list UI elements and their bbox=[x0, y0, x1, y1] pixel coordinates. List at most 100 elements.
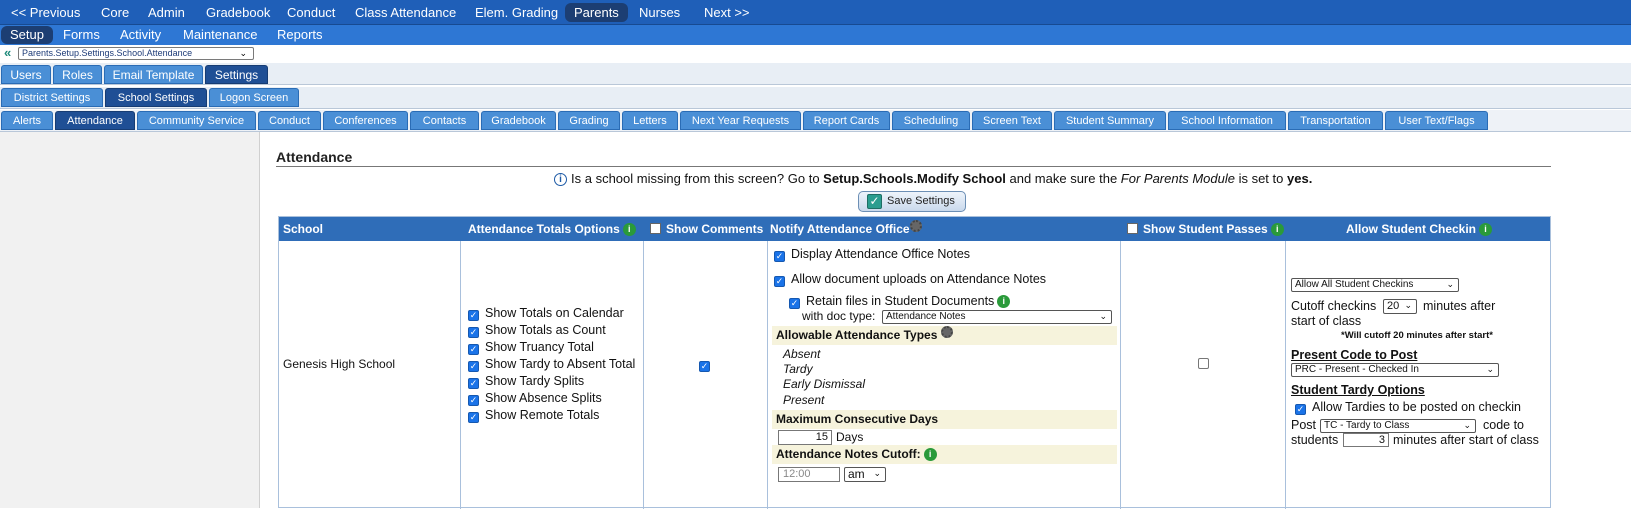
nav-gradebook[interactable]: Gradebook bbox=[197, 3, 279, 22]
collapse-chevron-icon[interactable]: « bbox=[4, 45, 11, 61]
gear-icon[interactable] bbox=[940, 326, 953, 338]
checkbox-checked[interactable]: ✓ bbox=[468, 361, 479, 372]
info-text-italic: For Parents Module bbox=[1120, 171, 1235, 186]
tab-logon-screen[interactable]: Logon Screen bbox=[209, 88, 299, 107]
info-text-1: Is a school missing from this screen? Go… bbox=[571, 171, 824, 186]
show-passes-checkbox[interactable] bbox=[1198, 357, 1209, 371]
gear-icon[interactable] bbox=[909, 220, 922, 232]
nav-elem-grading[interactable]: Elem. Grading bbox=[466, 3, 567, 22]
ampm-select[interactable]: am ⌄ bbox=[844, 467, 886, 482]
help-icon[interactable]: i bbox=[997, 295, 1011, 308]
header-school-label: School bbox=[283, 222, 324, 236]
nav-nurses[interactable]: Nurses bbox=[630, 3, 689, 22]
tab-roles[interactable]: Roles bbox=[53, 65, 102, 84]
tab-district-settings[interactable]: District Settings bbox=[1, 88, 103, 107]
checkbox-checked[interactable]: ✓ bbox=[468, 412, 479, 423]
help-icon[interactable]: i bbox=[1479, 223, 1493, 236]
tab-contacts[interactable]: Contacts bbox=[410, 111, 479, 130]
totals-option[interactable]: ✓ Show Totals as Count bbox=[468, 323, 606, 338]
tab-letters[interactable]: Letters bbox=[622, 111, 678, 130]
tab-school-settings[interactable]: School Settings bbox=[105, 88, 207, 107]
checkbox-checked[interactable]: ✓ bbox=[468, 327, 479, 338]
tab-scheduling[interactable]: Scheduling bbox=[892, 111, 970, 130]
nav-previous[interactable]: << Previous bbox=[2, 3, 89, 22]
checkin-mode-select[interactable]: Allow All Student Checkins ⌄ bbox=[1291, 278, 1459, 292]
totals-option[interactable]: ✓ Show Tardy to Absent Total bbox=[468, 357, 635, 372]
totals-option-label: Show Absence Splits bbox=[485, 391, 602, 405]
nav-next[interactable]: Next >> bbox=[695, 3, 759, 22]
checkbox-checked[interactable]: ✓ bbox=[774, 276, 785, 287]
totals-option[interactable]: ✓ Show Remote Totals bbox=[468, 408, 599, 423]
tardy-minutes-input[interactable]: 3 bbox=[1343, 433, 1389, 447]
subnav-activity[interactable]: Activity bbox=[111, 26, 170, 44]
checkbox-checked[interactable]: ✓ bbox=[789, 298, 800, 309]
nav-admin[interactable]: Admin bbox=[139, 3, 194, 22]
checkbox-checked[interactable]: ✓ bbox=[468, 378, 479, 389]
tab-users[interactable]: Users bbox=[1, 65, 51, 84]
chevron-down-icon: ⌄ bbox=[1446, 279, 1454, 289]
help-icon[interactable]: i bbox=[923, 448, 937, 461]
tabs-tertiary: Alerts Attendance Community Service Cond… bbox=[0, 110, 1631, 132]
tab-screen-text[interactable]: Screen Text bbox=[972, 111, 1052, 130]
checkbox-checked[interactable]: ✓ bbox=[468, 395, 479, 406]
save-settings-label: Save Settings bbox=[887, 195, 955, 207]
cutoff-time-input[interactable]: 12:00 bbox=[778, 467, 840, 482]
help-icon[interactable]: i bbox=[622, 223, 636, 236]
cutoff-minutes-select[interactable]: 20 ⌄ bbox=[1383, 299, 1417, 314]
show-passes-all-checkbox[interactable] bbox=[1127, 223, 1138, 234]
show-comments-all-checkbox[interactable] bbox=[650, 223, 661, 234]
max-days-input[interactable]: 15 bbox=[778, 430, 832, 445]
tab-conferences[interactable]: Conferences bbox=[323, 111, 408, 130]
tab-alerts[interactable]: Alerts bbox=[1, 111, 53, 130]
retain-files-option[interactable]: ✓ Retain files in Student Documents i bbox=[789, 294, 1011, 309]
checkbox-checked[interactable]: ✓ bbox=[774, 251, 785, 262]
subnav-maintenance[interactable]: Maintenance bbox=[174, 26, 266, 44]
allow-uploads-option[interactable]: ✓ Allow document uploads on Attendance No… bbox=[774, 272, 1046, 287]
minutes-after-start-label: minutes after start of class bbox=[1393, 433, 1539, 447]
tab-user-text-flags[interactable]: User Text/Flags bbox=[1385, 111, 1488, 130]
sub-nav: Setup Forms Activity Maintenance Reports bbox=[0, 25, 1631, 45]
tab-student-summary[interactable]: Student Summary bbox=[1054, 111, 1166, 130]
tab-settings[interactable]: Settings bbox=[205, 65, 268, 84]
cutoff-checkins-label: Cutoff checkins bbox=[1291, 299, 1377, 313]
tab-attendance[interactable]: Attendance bbox=[55, 111, 135, 130]
nav-class-attendance[interactable]: Class Attendance bbox=[346, 3, 465, 22]
totals-option-label: Show Totals on Calendar bbox=[485, 306, 624, 320]
tab-report-cards[interactable]: Report Cards bbox=[803, 111, 890, 130]
subnav-forms[interactable]: Forms bbox=[54, 26, 109, 44]
subnav-setup[interactable]: Setup bbox=[1, 26, 53, 44]
totals-option[interactable]: ✓ Show Totals on Calendar bbox=[468, 306, 624, 321]
totals-option[interactable]: ✓ Show Tardy Splits bbox=[468, 374, 584, 389]
tab-grading[interactable]: Grading bbox=[558, 111, 620, 130]
tab-transportation[interactable]: Transportation bbox=[1288, 111, 1383, 130]
present-code-select[interactable]: PRC - Present - Checked In ⌄ bbox=[1291, 363, 1499, 377]
tab-school-information[interactable]: School Information bbox=[1168, 111, 1286, 130]
checkbox-checked[interactable]: ✓ bbox=[468, 310, 479, 321]
breadcrumb-select[interactable]: Parents.Setup.Settings.School.Attendance… bbox=[18, 47, 254, 60]
tab-gradebook[interactable]: Gradebook bbox=[481, 111, 556, 130]
checkbox-checked[interactable]: ✓ bbox=[468, 344, 479, 355]
tab-community-service[interactable]: Community Service bbox=[137, 111, 256, 130]
subnav-reports[interactable]: Reports bbox=[268, 26, 332, 44]
header-passes-label: Show Student Passes bbox=[1143, 222, 1268, 236]
tab-next-year-requests[interactable]: Next Year Requests bbox=[680, 111, 801, 130]
nav-core[interactable]: Core bbox=[92, 3, 138, 22]
show-comments-checkbox[interactable]: ✓ bbox=[699, 357, 716, 372]
chevron-down-icon: ⌄ bbox=[1099, 311, 1107, 321]
doc-type-select[interactable]: Attendance Notes ⌄ bbox=[882, 310, 1112, 324]
save-settings-button[interactable]: ✓ Save Settings bbox=[858, 191, 966, 212]
tardy-code-select[interactable]: TC - Tardy to Class ⌄ bbox=[1320, 419, 1476, 433]
display-notes-option[interactable]: ✓ Display Attendance Office Notes bbox=[774, 247, 970, 262]
nav-conduct[interactable]: Conduct bbox=[278, 3, 344, 22]
allow-tardies-option[interactable]: ✓ Allow Tardies to be posted on checkin bbox=[1295, 400, 1521, 415]
checkbox-checked[interactable]: ✓ bbox=[699, 361, 710, 372]
cutoff-note: *Will cutoff 20 minutes after start* bbox=[1341, 330, 1493, 341]
totals-option[interactable]: ✓ Show Absence Splits bbox=[468, 391, 602, 406]
tab-conduct[interactable]: Conduct bbox=[258, 111, 321, 130]
totals-option[interactable]: ✓ Show Truancy Total bbox=[468, 340, 594, 355]
help-icon[interactable]: i bbox=[1270, 223, 1284, 236]
checkbox-checked[interactable]: ✓ bbox=[1295, 404, 1306, 415]
tab-email-template[interactable]: Email Template bbox=[104, 65, 203, 84]
nav-parents[interactable]: Parents bbox=[565, 3, 628, 22]
checkbox-unchecked[interactable] bbox=[1198, 358, 1209, 369]
